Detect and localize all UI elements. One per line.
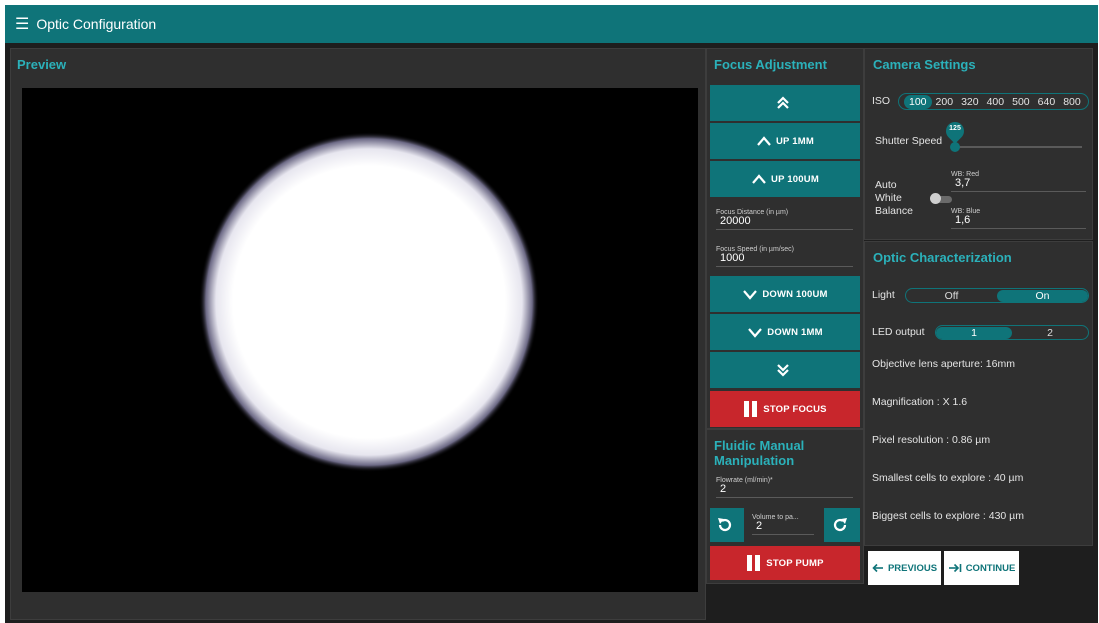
- chevron-up-icon: [757, 136, 771, 146]
- led-option-1[interactable]: 1: [936, 326, 1012, 339]
- light-label: Light: [872, 289, 895, 301]
- previous-button[interactable]: PREVIOUS: [868, 551, 941, 585]
- shutter-value: 125: [949, 125, 961, 132]
- flowrate-value[interactable]: 2: [716, 484, 853, 495]
- light-spot-image: [199, 132, 539, 472]
- focus-speed-field[interactable]: Focus Speed (in µm/sec) 1000: [716, 246, 853, 267]
- iso-option-640[interactable]: 640: [1038, 96, 1056, 108]
- led-option-2[interactable]: 2: [1012, 327, 1088, 339]
- awb-toggle-knob: [930, 193, 941, 204]
- camera-preview-image: [22, 88, 698, 592]
- light-on-option[interactable]: On: [997, 289, 1088, 302]
- volume-field[interactable]: Volume to pa... 2: [752, 514, 814, 535]
- optic-title: Optic Characterization: [873, 250, 1012, 265]
- awb-label-white: White: [875, 192, 902, 204]
- flowrate-label: Flowrate (ml/min)*: [716, 477, 773, 484]
- led-output-toggle[interactable]: 1 2: [935, 325, 1089, 340]
- previous-label: PREVIOUS: [887, 562, 938, 574]
- app-title: Optic Configuration: [36, 16, 157, 32]
- magnification-info: Magnification : X 1.6: [872, 396, 968, 408]
- iso-selector[interactable]: 100 200 320 400 500 640 800: [898, 93, 1089, 110]
- rotate-ccw-button[interactable]: [710, 508, 744, 542]
- chevron-down-icon: [743, 290, 758, 300]
- iso-option-320[interactable]: 320: [961, 96, 979, 108]
- optic-panel: Optic Characterization: [864, 241, 1093, 546]
- focus-up-max-button[interactable]: [710, 85, 860, 121]
- wb-blue-value[interactable]: 1,6: [951, 215, 1086, 226]
- stop-pump-label: STOP PUMP: [766, 557, 824, 569]
- flowrate-field[interactable]: Flowrate (ml/min)* 2: [716, 477, 853, 498]
- awb-toggle[interactable]: [930, 193, 952, 204]
- double-chevron-down-icon: [777, 364, 789, 377]
- stop-focus-button[interactable]: STOP FOCUS: [710, 391, 860, 427]
- up-100um-label: UP 100UM: [771, 173, 819, 185]
- volume-underline: [752, 534, 814, 535]
- focus-title: Focus Adjustment: [714, 57, 827, 72]
- pixel-resolution-info: Pixel resolution : 0.86 µm: [872, 434, 991, 446]
- rotate-cw-icon: [833, 518, 847, 532]
- double-chevron-up-icon: [777, 96, 789, 109]
- flowrate-underline: [716, 497, 853, 498]
- wb-blue-field[interactable]: WB: Blue 1,6: [951, 208, 1086, 229]
- awb-label-auto: Auto: [875, 179, 897, 191]
- stop-focus-label: STOP FOCUS: [763, 403, 827, 415]
- rotate-ccw-icon: [718, 518, 732, 532]
- chevron-up-icon: [752, 174, 766, 184]
- shutter-slider-track[interactable]: [954, 146, 1082, 148]
- chevron-down-icon: [748, 328, 763, 338]
- iso-option-100[interactable]: 100: [904, 94, 932, 109]
- iso-option-200[interactable]: 200: [936, 96, 954, 108]
- up-100um-button[interactable]: UP 100UM: [710, 161, 860, 197]
- rotate-cw-button[interactable]: [824, 508, 860, 542]
- light-off-option[interactable]: Off: [906, 290, 997, 302]
- wb-blue-underline: [951, 228, 1086, 229]
- smallest-cells-info: Smallest cells to explore : 40 µm: [872, 472, 1024, 484]
- aperture-info: Objective lens aperture: 16mm: [872, 358, 1015, 370]
- fluidic-title: Fluidic Manual Manipulation: [714, 438, 805, 468]
- iso-label: ISO: [872, 95, 891, 107]
- pause-icon: [747, 555, 761, 571]
- iso-option-400[interactable]: 400: [987, 96, 1005, 108]
- wb-red-value[interactable]: 3,7: [951, 178, 1086, 189]
- down-1mm-label: DOWN 1MM: [767, 326, 823, 338]
- focus-speed-value[interactable]: 1000: [716, 253, 853, 264]
- down-100um-label: DOWN 100UM: [762, 288, 828, 300]
- wb-blue-label: WB: Blue: [951, 208, 981, 215]
- shutter-label: Shutter Speed: [875, 135, 943, 147]
- wb-red-underline: [951, 191, 1086, 192]
- led-output-label: LED output: [872, 326, 925, 338]
- wb-red-field[interactable]: WB: Red 3,7: [951, 171, 1086, 192]
- camera-title: Camera Settings: [873, 57, 976, 72]
- down-100um-button[interactable]: DOWN 100UM: [710, 276, 860, 312]
- iso-option-800[interactable]: 800: [1063, 96, 1081, 108]
- hamburger-menu-icon[interactable]: ☰: [15, 14, 29, 34]
- focus-distance-value[interactable]: 20000: [716, 216, 853, 227]
- down-1mm-button[interactable]: DOWN 1MM: [710, 314, 860, 350]
- continue-button[interactable]: CONTINUE: [944, 551, 1019, 585]
- awb-label-balance: Balance: [875, 205, 913, 217]
- focus-down-max-button[interactable]: [710, 352, 860, 388]
- preview-title: Preview: [17, 57, 67, 72]
- focus-speed-underline: [716, 266, 853, 267]
- biggest-cells-info: Biggest cells to explore : 430 µm: [872, 510, 1024, 522]
- wb-red-label: WB: Red: [951, 171, 980, 178]
- stop-pump-button[interactable]: STOP PUMP: [710, 546, 860, 580]
- volume-value[interactable]: 2: [752, 521, 814, 532]
- up-1mm-label: UP 1MM: [776, 135, 814, 147]
- focus-distance-underline: [716, 229, 853, 230]
- top-bar: ☰ Optic Configuration: [5, 5, 1098, 43]
- up-1mm-button[interactable]: UP 1MM: [710, 123, 860, 159]
- preview-panel: Preview: [10, 48, 706, 620]
- light-toggle[interactable]: Off On: [905, 288, 1089, 303]
- focus-distance-field[interactable]: Focus Distance (in µm) 20000: [716, 209, 853, 230]
- app-window: ☰ Optic Configuration Preview Focus Adju…: [5, 5, 1098, 623]
- arrow-right-to-line-icon: [948, 563, 961, 573]
- continue-label: CONTINUE: [965, 562, 1016, 574]
- pause-icon: [744, 401, 758, 417]
- iso-option-500[interactable]: 500: [1012, 96, 1030, 108]
- arrow-left-icon: [872, 563, 883, 573]
